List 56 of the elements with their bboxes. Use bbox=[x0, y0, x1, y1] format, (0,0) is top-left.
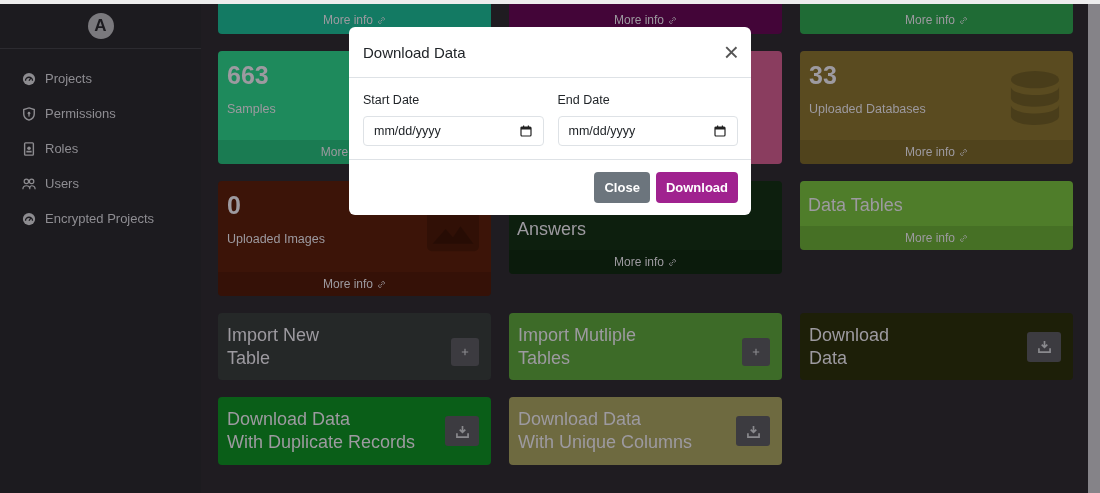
sidebar-item[interactable]: Roles bbox=[0, 131, 201, 166]
link-icon bbox=[377, 15, 386, 25]
card-title: Data Tables bbox=[807, 195, 903, 217]
stat-value: 0 bbox=[227, 191, 242, 220]
calendar-icon bbox=[714, 125, 726, 137]
card-title: Download Data With Unique Columns bbox=[518, 408, 693, 454]
download-icon bbox=[1037, 340, 1051, 353]
logo[interactable]: A bbox=[87, 13, 114, 39]
card-title: Answers bbox=[516, 219, 587, 241]
gauge-icon bbox=[22, 211, 36, 226]
link-icon bbox=[668, 15, 677, 25]
link-icon bbox=[959, 147, 968, 157]
id-badge-icon bbox=[22, 141, 36, 156]
download-icon bbox=[455, 424, 469, 438]
link-icon bbox=[959, 233, 968, 243]
calendar-icon bbox=[519, 125, 532, 137]
modal-title: Download Data bbox=[363, 43, 466, 61]
stat-label: Uploaded Databases bbox=[809, 102, 926, 116]
gauge-icon bbox=[22, 71, 36, 86]
download-button[interactable]: Download bbox=[655, 172, 738, 203]
plus-icon bbox=[752, 347, 760, 356]
users-icon bbox=[22, 176, 36, 191]
stat-label: Uploaded Images bbox=[227, 232, 325, 246]
more-info-link[interactable]: More info bbox=[800, 140, 1073, 164]
sidebar-item[interactable]: Permissions bbox=[0, 96, 201, 131]
card-title: Import New Table bbox=[227, 323, 320, 370]
sidebar-item[interactable]: Users bbox=[0, 166, 201, 201]
stat-value: 33 bbox=[809, 61, 838, 90]
link-icon bbox=[377, 279, 386, 289]
date-field[interactable]: mm/dd/yyyy bbox=[557, 116, 738, 146]
stat-label: Samples bbox=[227, 102, 276, 116]
download-button[interactable] bbox=[1027, 331, 1061, 362]
card-title: Download Data With Duplicate Records bbox=[227, 408, 416, 454]
add-button[interactable] bbox=[451, 337, 479, 366]
close-button[interactable]: × bbox=[723, 39, 739, 65]
card-title: Import Mutliple Tables bbox=[518, 323, 637, 370]
link-icon bbox=[959, 15, 968, 25]
close-button[interactable]: Close bbox=[594, 172, 650, 203]
field-label: Start Date bbox=[363, 93, 421, 107]
plus-icon bbox=[461, 347, 469, 356]
download-icon bbox=[746, 424, 760, 438]
more-info-link[interactable]: More info bbox=[614, 13, 677, 27]
scrollbar[interactable] bbox=[1088, 4, 1100, 493]
shield-icon bbox=[22, 106, 36, 121]
link-icon bbox=[668, 257, 677, 267]
field-label: End Date bbox=[557, 93, 611, 107]
sidebar-item[interactable]: Encrypted Projects bbox=[0, 201, 201, 236]
sidebar-item[interactable]: Projects bbox=[0, 61, 201, 96]
more-info-link[interactable]: More info bbox=[509, 250, 782, 274]
date-field[interactable]: mm/dd/yyyy bbox=[363, 116, 544, 146]
download-button[interactable] bbox=[736, 416, 770, 446]
more-info-link[interactable]: More info bbox=[218, 272, 491, 296]
add-button[interactable] bbox=[742, 337, 770, 366]
card-title: Download Data bbox=[809, 323, 890, 370]
stat-value: 663 bbox=[227, 61, 270, 90]
download-button[interactable] bbox=[445, 416, 479, 446]
